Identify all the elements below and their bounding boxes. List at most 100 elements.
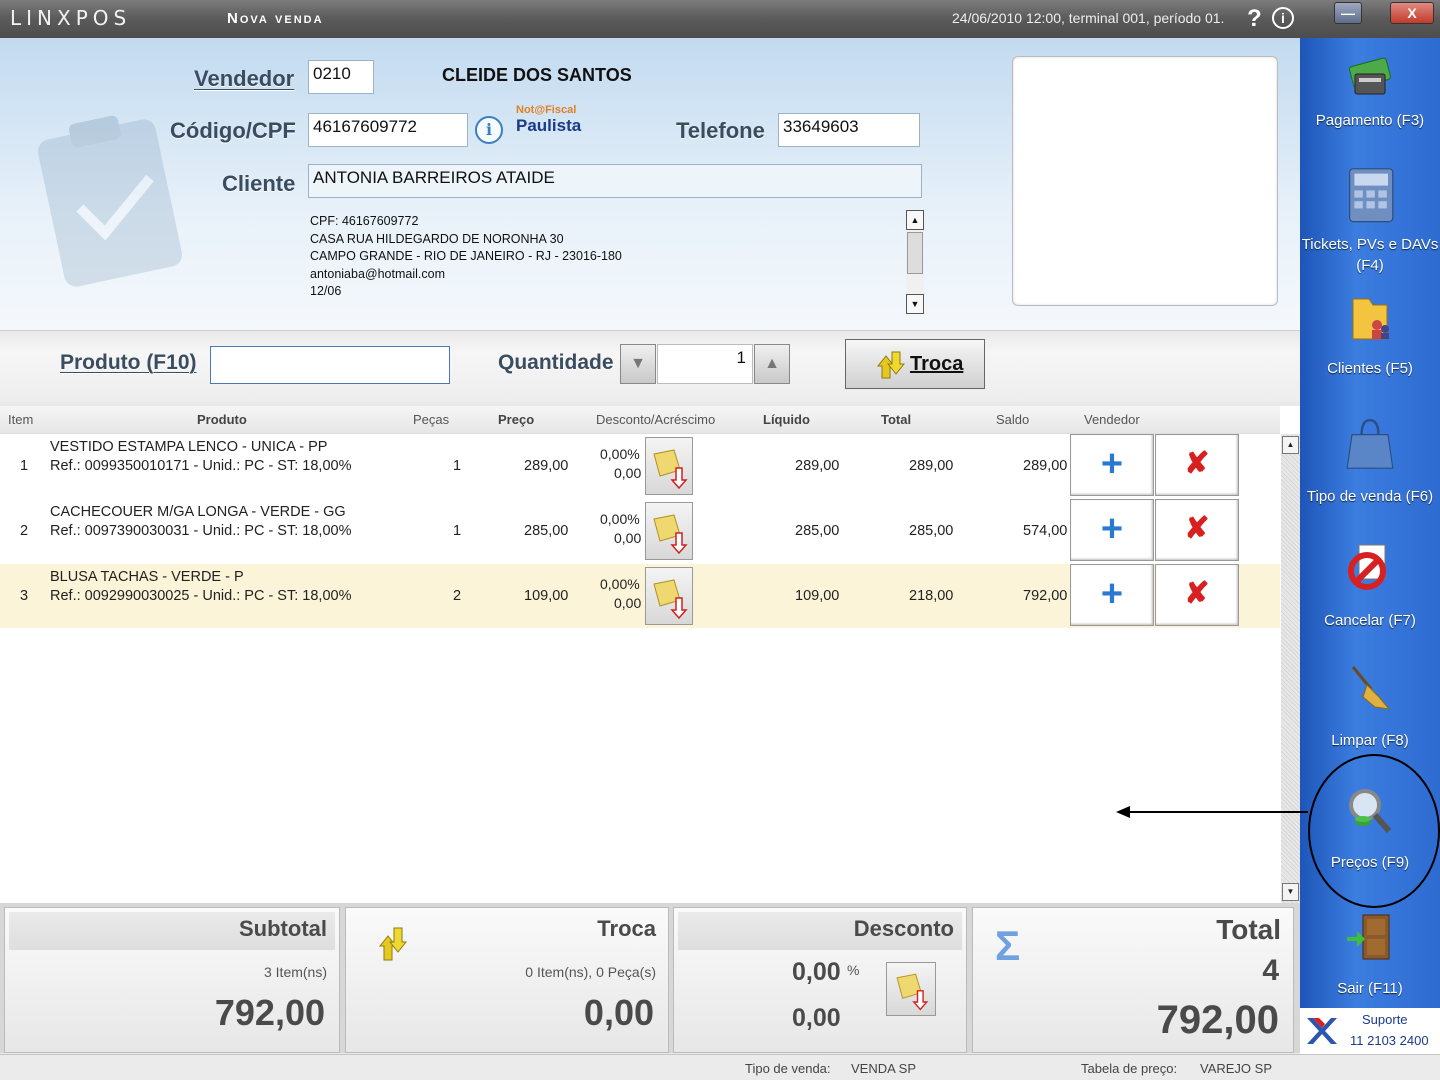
discount-tag-icon [653, 579, 688, 620]
cancelar-button[interactable]: Cancelar (F7) [1300, 532, 1440, 631]
table-scrollbar[interactable]: ▲ ▼ [1281, 434, 1300, 903]
annotation-circle [1308, 754, 1440, 908]
desconto-value: 0,00 [792, 1004, 841, 1032]
row-desconto-pct: 0,00% [600, 576, 640, 592]
row-saldo: 574,00 [1023, 523, 1068, 539]
scroll-down-arrow-icon[interactable]: ▼ [1282, 883, 1299, 901]
col-saldo: Saldo [996, 412, 1030, 427]
troca-button[interactable]: Troca [845, 339, 985, 389]
scroll-up-arrow-icon[interactable]: ▲ [1282, 436, 1299, 454]
row-product-ref: Ref.: 0099350010171 - Unid.: PC - ST: 18… [50, 458, 352, 474]
row-desconto-pct: 0,00% [600, 446, 640, 462]
row-saldo: 792,00 [1023, 588, 1068, 604]
tipo-venda-label: Tipo de venda: [745, 1061, 831, 1076]
quantidade-field[interactable]: 1 [657, 344, 753, 384]
info-icon[interactable]: i [1272, 7, 1294, 29]
quantity-decrease-icon[interactable]: ▼ [620, 344, 656, 384]
row-total: 289,00 [909, 458, 954, 474]
remove-item-icon[interactable]: ✘ [1155, 499, 1239, 561]
vendedor-code-field[interactable]: 0210 [308, 60, 374, 94]
row-discount-button[interactable] [645, 567, 693, 625]
sair-button[interactable]: Sair (F11) [1300, 904, 1440, 999]
minimize-button[interactable]: — [1334, 2, 1362, 24]
table-row[interactable]: 3 BLUSA TACHAS - VERDE - P Ref.: 0092990… [0, 564, 1280, 628]
cliente-name-field[interactable]: ANTONIA BARREIROS ATAIDE [308, 164, 922, 198]
customer-info-icon[interactable]: i [475, 116, 503, 144]
subtotal-box: Subtotal 3 Item(ns) 792,00 [4, 907, 340, 1053]
limpar-button[interactable]: Limpar (F8) [1300, 656, 1440, 751]
codigo-cpf-label: Código/CPF [170, 118, 296, 143]
row-desconto-pct: 0,00% [600, 511, 640, 527]
troca-total-label: Troca [597, 916, 656, 941]
window-title: Nova venda [227, 10, 324, 27]
desconto-percent: 0,00 [792, 958, 841, 986]
row-discount-button[interactable] [645, 437, 693, 495]
shopping-bag-icon [1346, 418, 1394, 469]
troca-box: Troca 0 Item(ns), 0 Peça(s) 0,00 [345, 907, 669, 1053]
row-liquido: 285,00 [795, 523, 840, 539]
title-bar: LINXPOS Nova venda 24/06/2010 12:00, ter… [0, 0, 1440, 38]
help-icon[interactable]: ? [1247, 5, 1262, 33]
totals-panel: Subtotal 3 Item(ns) 792,00 Troca 0 Item(… [0, 903, 1300, 1053]
table-row[interactable]: 1 VESTIDO ESTAMPA LENCO - UNICA - PP Ref… [0, 434, 1280, 498]
row-pecas: 1 [453, 523, 462, 539]
col-liquido: Líquido [763, 412, 810, 427]
exchange-arrows-icon [876, 351, 906, 379]
row-preco: 285,00 [524, 523, 569, 539]
nota-fiscal-paulista-logo[interactable]: Not@Fiscal Paulista [516, 103, 582, 139]
clientes-button[interactable]: Clientes (F5) [1300, 288, 1440, 379]
row-desconto-value: 0,00 [614, 530, 642, 546]
add-item-icon[interactable]: + [1070, 499, 1154, 561]
tabela-preco-value: VAREJO SP [1200, 1061, 1273, 1076]
desconto-box: Desconto 0,00 % 0,00 [673, 907, 967, 1053]
total-discount-button[interactable] [886, 962, 936, 1016]
row-item-number: 3 [20, 588, 29, 604]
items-table: Item Produto Peças Preço Desconto/Acrésc… [0, 406, 1300, 903]
scroll-thumb[interactable] [907, 232, 923, 274]
nfp-logo-part-a: Not@ [516, 104, 546, 116]
quantity-increase-icon[interactable]: ▲ [754, 344, 790, 384]
calculator-icon [1349, 168, 1394, 223]
close-button[interactable]: X [1390, 2, 1434, 24]
row-item-number: 2 [20, 523, 29, 539]
remove-item-icon[interactable]: ✘ [1155, 434, 1239, 496]
col-desconto: Desconto/Acréscimo [596, 412, 716, 427]
row-discount-button[interactable] [645, 502, 693, 560]
support-box: Suporte 11 2103 2400 [1300, 1008, 1440, 1054]
product-entry-bar: Produto (F10) Quantidade ▼ 1 ▲ [0, 330, 1300, 402]
produto-input[interactable] [210, 346, 450, 384]
clipboard-watermark-icon [37, 115, 183, 287]
nfp-logo-part-c: Paulista [516, 116, 582, 135]
discount-tag-icon [896, 973, 929, 1011]
col-produto: Produto [197, 412, 247, 427]
scroll-up-arrow-icon[interactable]: ▲ [906, 210, 924, 230]
tipo-venda-button[interactable]: Tipo de venda (F6) [1300, 410, 1440, 507]
row-total: 285,00 [909, 523, 954, 539]
discount-tag-icon [653, 514, 688, 555]
add-item-icon[interactable]: + [1070, 434, 1154, 496]
status-bar: Tipo de venda: VENDA SP Tabela de preço:… [0, 1054, 1440, 1080]
exchange-arrows-icon [378, 927, 408, 961]
table-row[interactable]: 2 CACHECOUER M/GA LONGA - VERDE - GG Ref… [0, 499, 1280, 563]
row-pecas: 1 [453, 458, 462, 474]
add-item-icon[interactable]: + [1070, 564, 1154, 626]
money-icon [1348, 57, 1392, 95]
row-product-ref: Ref.: 0092990030025 - Unid.: PC - ST: 18… [50, 588, 352, 604]
row-product-name: VESTIDO ESTAMPA LENCO - UNICA - PP [50, 439, 328, 455]
scroll-down-arrow-icon[interactable]: ▼ [906, 294, 924, 314]
support-title: Suporte [1362, 1012, 1408, 1027]
remove-item-icon[interactable]: ✘ [1155, 564, 1239, 626]
address-scrollbar[interactable]: ▲ ▼ [906, 210, 924, 314]
codigo-cpf-field[interactable]: 46167609772 [308, 113, 468, 147]
telefone-field[interactable]: 33649603 [778, 113, 920, 147]
row-product-name: CACHECOUER M/GA LONGA - VERDE - GG [50, 504, 346, 520]
col-item: Item [8, 412, 34, 427]
sale-header: Vendedor 0210 CLEIDE DOS SANTOS Código/C… [0, 38, 1300, 330]
address-line: CPF: 46167609772 [310, 214, 419, 228]
sigma-icon: Σ [995, 922, 1021, 969]
vendedor-name: CLEIDE DOS SANTOS [442, 65, 632, 85]
address-line: CASA RUA HILDEGARDO DE NORONHA 30 [310, 231, 564, 246]
tickets-button[interactable]: Tickets, PVs e DAVs (F4) [1300, 164, 1440, 276]
pagamento-button[interactable]: Pagamento (F3) [1300, 50, 1440, 131]
vendedor-label: Vendedor [194, 66, 295, 91]
